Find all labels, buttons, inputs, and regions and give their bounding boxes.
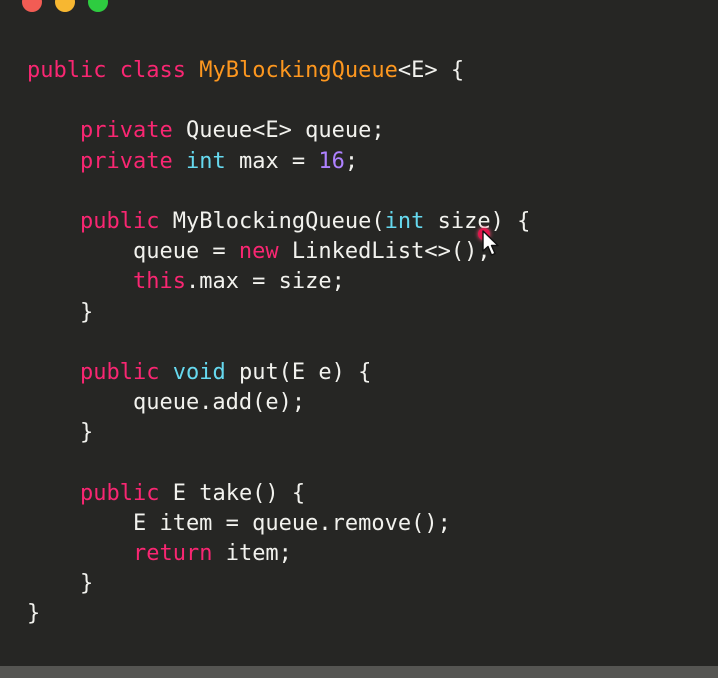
code-token: Queue<E> queue; xyxy=(172,118,385,144)
cursor xyxy=(478,228,500,258)
code-token-number: 16 xyxy=(318,148,345,174)
code-token: MyBlockingQueue( xyxy=(159,208,385,234)
code-token-type: void xyxy=(172,359,226,385)
code-token-keyword: public xyxy=(79,480,160,506)
code-token: <E> { xyxy=(397,58,465,83)
code-token-keyword: public xyxy=(79,208,160,234)
bottom-bar xyxy=(0,666,718,678)
code-token: queue.add(e); xyxy=(27,390,306,416)
code-token: E take() { xyxy=(159,480,306,506)
code-line: private int max = 16; xyxy=(27,147,530,177)
code-line: queue = new LinkedList<>(); xyxy=(27,237,530,267)
code-line: public class MyBlockingQueue<E> { xyxy=(27,56,530,86)
code-line: private Queue<E> queue; xyxy=(27,116,530,146)
code-token-class: MyBlockingQueue xyxy=(199,58,398,83)
code-token-keyword: this xyxy=(132,269,186,295)
code-token-keyword: return xyxy=(132,541,213,566)
code-line: } xyxy=(27,569,530,599)
code-token-keyword: private xyxy=(79,118,173,144)
maximize-window-button[interactable] xyxy=(88,0,108,12)
code-token: E item = queue.remove(); xyxy=(27,510,451,536)
close-window-button[interactable] xyxy=(22,0,42,12)
code-token: ; xyxy=(344,148,359,174)
code-token: } xyxy=(27,420,94,446)
code-token-type: int xyxy=(384,208,425,234)
code-token: } xyxy=(27,299,94,325)
code-token-keyword: public xyxy=(27,58,107,83)
code-line: } xyxy=(27,599,530,629)
code-token: item; xyxy=(212,541,292,566)
code-token-keyword: private xyxy=(79,148,173,174)
code-line: public void put(E e) { xyxy=(27,358,530,388)
code-line: return item; xyxy=(27,539,530,569)
code-token: } xyxy=(27,601,41,627)
code-token: max = xyxy=(225,148,319,174)
code-token: .max = size; xyxy=(185,269,345,295)
code-token: LinkedList<>(); xyxy=(278,239,491,265)
code-line: E item = queue.remove(); xyxy=(27,509,530,539)
code-token-type: int xyxy=(185,148,226,174)
code-line: } xyxy=(27,418,530,448)
code-token-keyword: class xyxy=(119,58,186,83)
code-window: public class MyBlockingQueue<E> { privat… xyxy=(0,0,718,666)
code-token-keyword: new xyxy=(238,239,279,265)
code-token: } xyxy=(27,571,94,597)
code-line: } xyxy=(27,298,530,328)
code-line: queue.add(e); xyxy=(27,388,530,418)
minimize-window-button[interactable] xyxy=(55,0,75,12)
code-line: public MyBlockingQueue(int size) { xyxy=(27,207,530,237)
mouse-pointer-icon xyxy=(482,230,499,256)
code-token: put(E e) { xyxy=(225,359,372,385)
code-line: public E take() { xyxy=(27,479,530,509)
code-line: this.max = size; xyxy=(27,267,530,297)
code-token-keyword: public xyxy=(79,359,160,385)
code-token: queue = xyxy=(27,239,239,265)
code-editor: public class MyBlockingQueue<E> { privat… xyxy=(27,56,530,630)
